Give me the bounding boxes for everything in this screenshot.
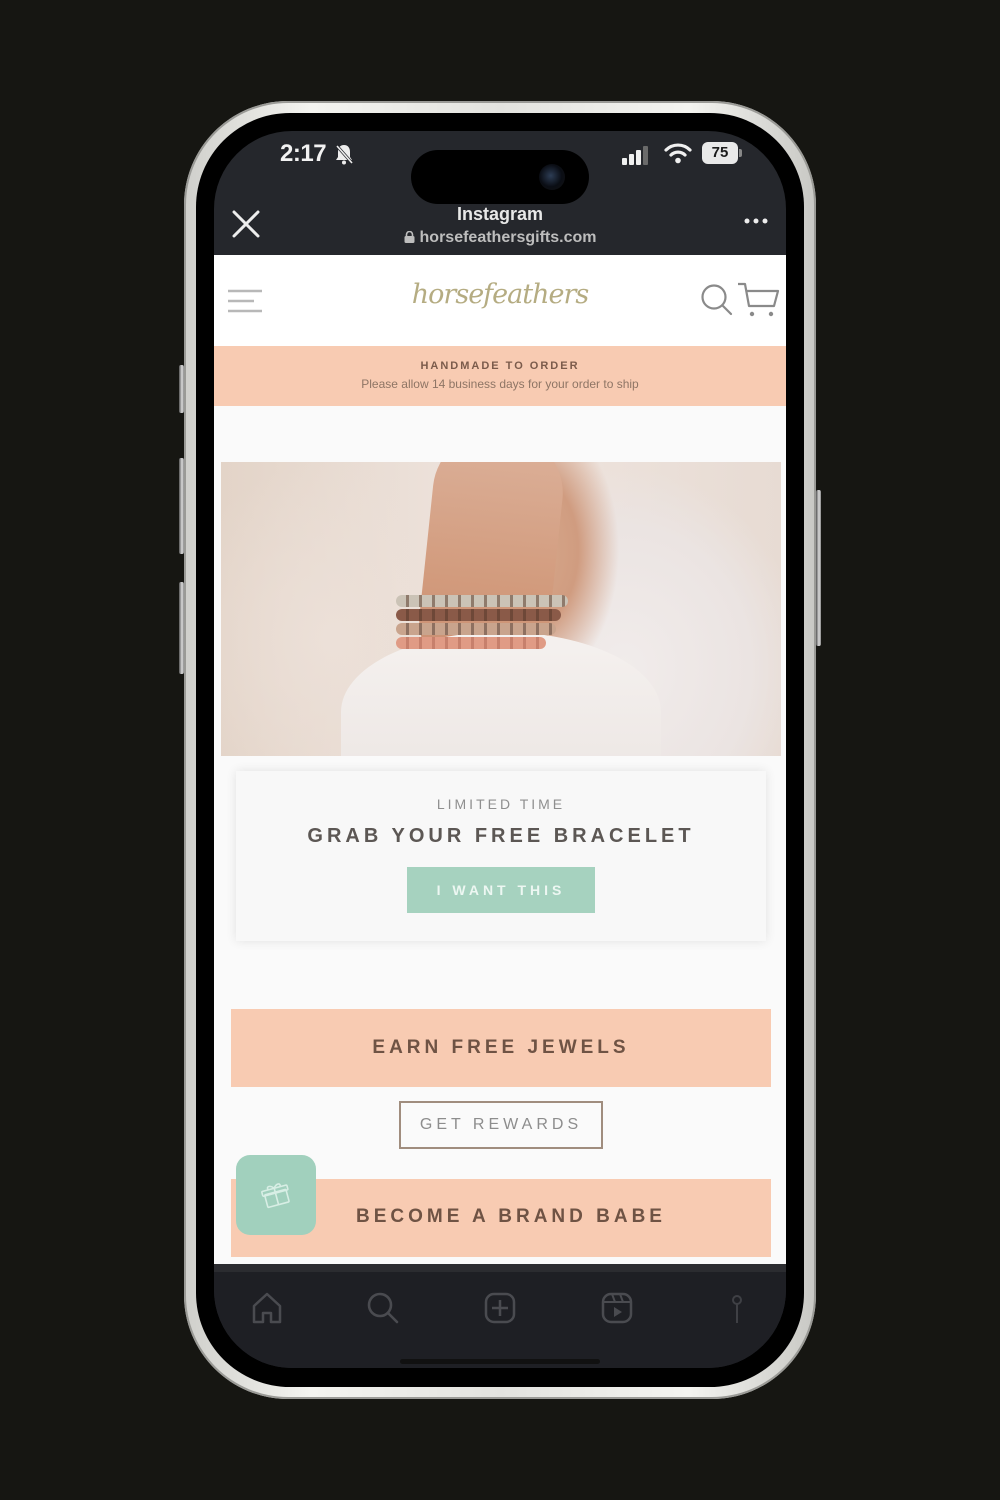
volume-up-button <box>179 458 184 554</box>
reels-icon[interactable] <box>600 1291 634 1325</box>
lock-icon <box>404 231 415 243</box>
bracelet <box>396 623 556 635</box>
status-time: 2:17 <box>280 140 327 167</box>
create-icon[interactable] <box>483 1291 517 1325</box>
rewards-launcher-button[interactable] <box>236 1155 316 1235</box>
home-icon[interactable] <box>250 1291 284 1325</box>
wifi-icon <box>664 143 692 164</box>
i-want-this-button[interactable]: I WANT THIS <box>407 867 595 913</box>
gift-icon <box>261 1183 290 1209</box>
action-button <box>179 365 184 413</box>
bell-slash-icon <box>335 145 354 165</box>
bracelet <box>396 637 546 649</box>
announcement-subtitle: Please allow 14 business days for your o… <box>361 377 639 391</box>
promo-eyebrow: LIMITED TIME <box>436 796 566 812</box>
status-bar: 2:17 75 <box>214 131 786 204</box>
home-indicator[interactable] <box>400 1359 600 1364</box>
browser-url[interactable]: horsefeathersgifts.com <box>214 229 786 247</box>
hero-image[interactable] <box>221 462 781 756</box>
promo-title: GRAB YOUR FREE BRACELET <box>307 825 695 847</box>
announcement-bar: HANDMADE TO ORDER Please allow 14 busine… <box>214 346 786 406</box>
instagram-tab-bar <box>214 1264 786 1368</box>
battery-icon: 75 <box>702 142 738 164</box>
more-icon[interactable] <box>744 217 768 225</box>
bracelet <box>396 595 568 607</box>
camera-icon <box>539 164 565 190</box>
battery-cap <box>739 149 742 157</box>
bracelet <box>396 609 561 621</box>
browser-header: Instagram horsefeathersgifts.com <box>214 191 786 255</box>
promo-card: LIMITED TIME GRAB YOUR FREE BRACELET I W… <box>236 771 766 941</box>
site-header: horsefeathers <box>214 255 786 346</box>
search-icon[interactable] <box>700 283 734 317</box>
cart-icon[interactable] <box>736 281 780 319</box>
search-icon[interactable] <box>366 1291 400 1325</box>
tab-bar-divider <box>214 1264 786 1272</box>
hero-image-blanket <box>341 632 661 756</box>
volume-down-button <box>179 582 184 674</box>
announcement-title: HANDMADE TO ORDER <box>420 360 580 372</box>
cellular-signal-icon <box>622 146 648 165</box>
earn-free-jewels-banner[interactable]: EARN FREE JEWELS <box>231 1009 771 1087</box>
get-rewards-button[interactable]: GET REWARDS <box>399 1101 603 1149</box>
phone-screen: 2:17 75 Instagram horsefeathersgifts.com… <box>214 131 786 1368</box>
web-content: horsefeathers HANDMADE TO ORDER Please a… <box>214 255 786 1264</box>
browser-title: Instagram <box>456 204 544 224</box>
profile-icon[interactable] <box>720 1291 754 1325</box>
power-button <box>816 490 821 646</box>
url-text: horsefeathersgifts.com <box>419 229 597 246</box>
